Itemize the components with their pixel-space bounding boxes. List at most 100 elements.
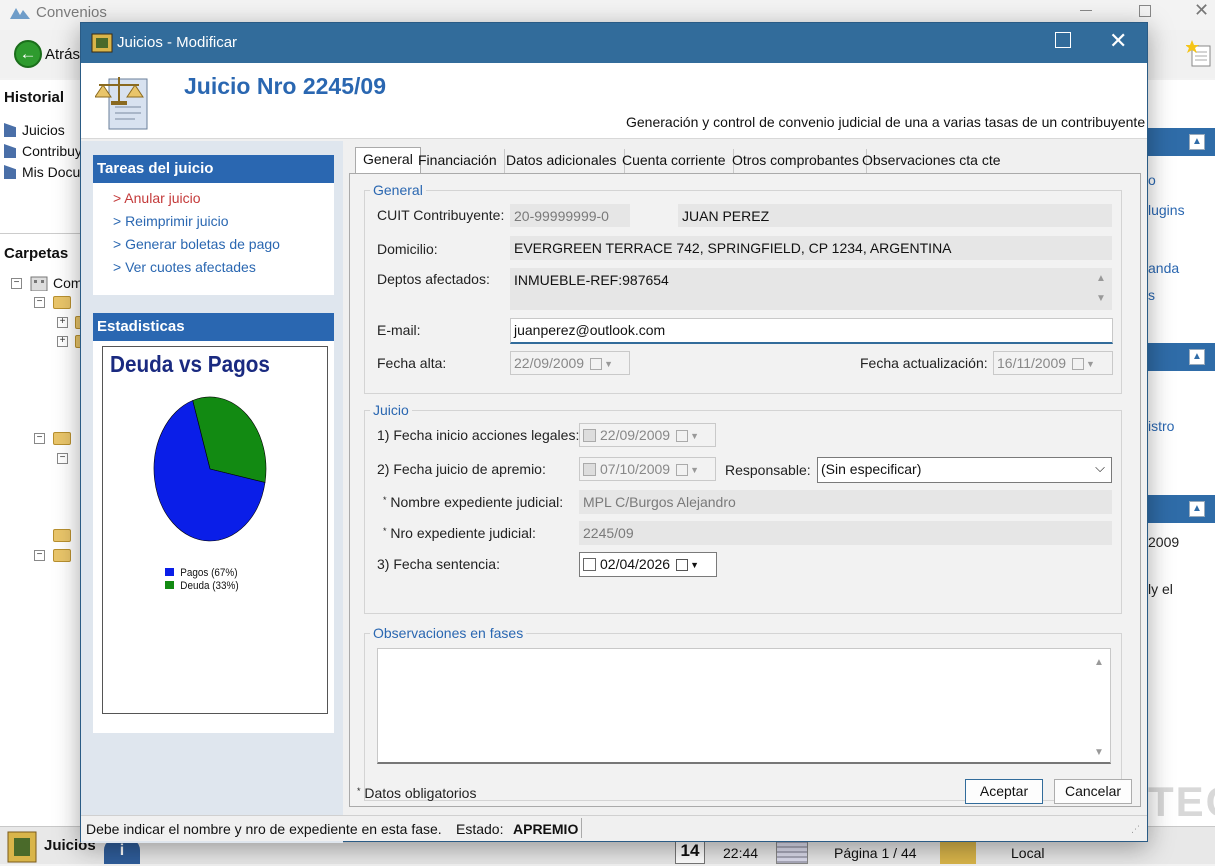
chevron-down-icon: ▼: [690, 560, 699, 570]
document-icon: [4, 165, 16, 179]
cancelar-button[interactable]: Cancelar: [1054, 779, 1132, 804]
taskbar-time: 22:44: [723, 845, 759, 861]
right-panel-link[interactable]: anda: [1148, 260, 1179, 276]
task-generar-boletas[interactable]: > Generar boletas de pago: [113, 233, 334, 256]
tab-page-general: General CUIT Contribuyente: 20-99999999-…: [349, 173, 1141, 807]
folder-icon[interactable]: [53, 296, 71, 309]
tab-cuenta-corriente[interactable]: Cuenta corriente: [615, 149, 734, 173]
checkbox[interactable]: [583, 429, 596, 442]
carpetas-heading: Carpetas: [4, 245, 69, 262]
taskbar-day: 14: [675, 840, 705, 864]
historial-heading: Historial: [4, 89, 65, 106]
fecha-actualizacion-picker[interactable]: 16/11/2009 ▼: [993, 351, 1113, 375]
pie-chart: [153, 396, 267, 542]
estado-value: APREMIO: [513, 821, 579, 837]
folder-icon[interactable]: [53, 549, 71, 562]
right-panel-link[interactable]: lugins: [1148, 202, 1185, 218]
juicio-dialog: Juicios - Modificar ✕ Juicio Nro 2245/09…: [80, 22, 1148, 843]
tree-collapse-icon[interactable]: −: [34, 433, 45, 444]
collapse-up-icon[interactable]: ▲: [1189, 501, 1205, 517]
document-icon: [4, 144, 16, 158]
new-document-icon[interactable]: [1186, 40, 1212, 68]
maximize-icon[interactable]: [1139, 5, 1151, 17]
close-icon[interactable]: ✕: [1194, 0, 1209, 21]
calendar-icon: [776, 840, 808, 864]
right-panel-text: ly el: [1148, 581, 1173, 597]
historial-item-juicios[interactable]: Juicios: [4, 122, 65, 138]
tree-collapse-icon[interactable]: −: [11, 278, 22, 289]
collapse-up-icon[interactable]: ▲: [1189, 134, 1205, 150]
fecha-alta-label: Fecha alta:: [377, 355, 447, 371]
chevron-down-icon: ▼: [690, 431, 699, 441]
scroll-up-icon[interactable]: ▲: [1094, 657, 1104, 668]
chevron-down-icon: ▼: [690, 465, 699, 475]
checkbox[interactable]: [583, 558, 596, 571]
fecha-sentencia-picker[interactable]: 02/04/2026 ▼: [579, 552, 717, 577]
status-message: Debe indicar el nombre y nro de expedien…: [86, 821, 442, 837]
deptos-field[interactable]: INMUEBLE-REF:987654: [510, 268, 1112, 310]
tab-datos-adicionales[interactable]: Datos adicionales: [499, 149, 625, 173]
pie-chart-frame: Deuda vs Pagos Pagos (67%) Deuda (33%): [102, 346, 328, 714]
fecha-alta-picker[interactable]: 22/09/2009 ▼: [510, 351, 630, 375]
tree-collapse-icon[interactable]: −: [34, 297, 45, 308]
right-panel-link[interactable]: istro: [1148, 418, 1174, 434]
observaciones-group-title: Observaciones en fases: [370, 625, 527, 641]
legend-item: Deuda (33%): [165, 580, 239, 593]
tab-observaciones-cta-cte[interactable]: Observaciones cta cte: [855, 149, 1008, 173]
tree-root-label[interactable]: Com: [53, 275, 83, 291]
tree-expand-icon[interactable]: +: [57, 336, 68, 347]
chevron-down-icon: ⌵: [1095, 460, 1105, 475]
maximize-icon[interactable]: [1055, 32, 1071, 48]
email-field[interactable]: juanperez@outlook.com: [510, 318, 1113, 344]
user-icon: [940, 842, 976, 864]
juicio-group-title: Juicio: [370, 402, 412, 418]
legend-item: Pagos (67%): [165, 567, 239, 580]
task-reimprimir-juicio[interactable]: > Reimprimir juicio: [113, 210, 334, 233]
close-icon[interactable]: ✕: [1109, 28, 1127, 54]
contribuyente-name-field[interactable]: JUAN PEREZ: [678, 204, 1112, 227]
task-ver-cuotas[interactable]: > Ver cuotes afectades: [113, 256, 334, 279]
tab-financiacion[interactable]: Financiación: [411, 149, 505, 173]
nombre-expediente-field[interactable]: MPL C/Burgos Alejandro: [579, 490, 1112, 514]
right-panel-link[interactable]: o: [1148, 172, 1156, 188]
juicios-app-icon: [7, 831, 37, 863]
chevron-down-icon: ▼: [604, 359, 613, 369]
right-panel-link[interactable]: s: [1148, 287, 1155, 303]
folder-icon[interactable]: [53, 529, 71, 542]
tree-expand-icon[interactable]: +: [57, 317, 68, 328]
cuit-field[interactable]: 20-99999999-0: [510, 204, 630, 227]
nro-expediente-field[interactable]: 2245/09: [579, 521, 1112, 545]
scroll-down-icon[interactable]: ▼: [1094, 747, 1104, 758]
tree-collapse-icon[interactable]: −: [34, 550, 45, 561]
back-button-label[interactable]: Atrás: [45, 46, 80, 63]
cuit-label: CUIT Contribuyente:: [377, 207, 505, 223]
task-anular-juicio[interactable]: > Anular juicio: [113, 187, 334, 210]
fecha-inicio-picker[interactable]: 22/09/2009 ▼: [579, 423, 716, 447]
building-icon: [30, 276, 48, 291]
scroll-up-icon[interactable]: ▲: [1096, 273, 1106, 284]
minimize-icon[interactable]: [1080, 10, 1092, 11]
dialog-title: Juicios - Modificar: [117, 34, 238, 51]
calendar-icon: [590, 358, 603, 370]
historial-item-mis-documentos[interactable]: Mis Docu: [4, 164, 82, 180]
tree-collapse-icon[interactable]: −: [57, 453, 68, 464]
fecha-actualizacion-label: Fecha actualización:: [860, 355, 988, 371]
responsable-select[interactable]: (Sin especificar) ⌵: [817, 457, 1112, 483]
historial-item-contribuyentes[interactable]: Contribuy: [4, 143, 82, 159]
fecha-apremio-picker[interactable]: 07/10/2009 ▼: [579, 457, 716, 481]
domicilio-field[interactable]: EVERGREEN TERRACE 742, SPRINGFIELD, CP 1…: [510, 236, 1112, 260]
checkbox[interactable]: [583, 463, 596, 476]
resize-grip-icon[interactable]: ⋰: [1131, 824, 1140, 835]
observaciones-textarea[interactable]: [377, 648, 1111, 764]
taskbar-mode: Local: [1011, 845, 1045, 861]
aceptar-button[interactable]: Aceptar: [965, 779, 1043, 804]
collapse-up-icon[interactable]: ▲: [1189, 349, 1205, 365]
page-title: Juicio Nro 2245/09: [184, 73, 386, 99]
scroll-down-icon[interactable]: ▼: [1096, 293, 1106, 304]
tab-otros-comprobantes[interactable]: Otros comprobantes: [725, 149, 867, 173]
calendar-icon: [676, 464, 689, 476]
email-label: E-mail:: [377, 322, 421, 338]
divider: [0, 233, 82, 234]
folder-icon[interactable]: [53, 432, 71, 445]
back-arrow-icon[interactable]: ←: [14, 40, 42, 68]
